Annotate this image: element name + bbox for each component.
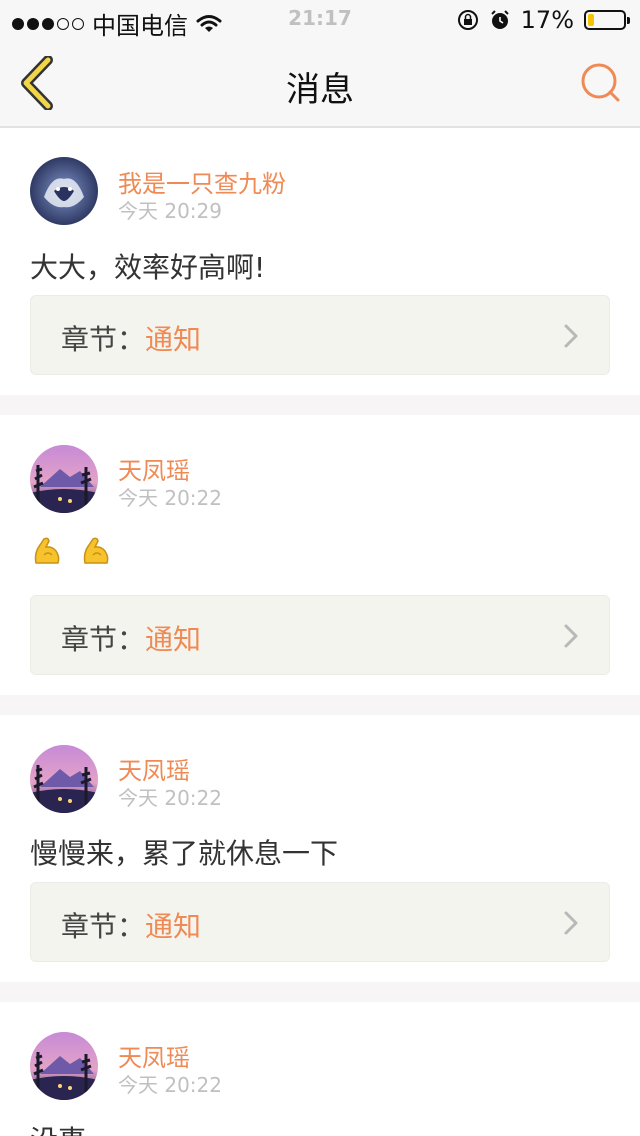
nav-bar: 消息 <box>0 40 640 128</box>
message-card: 天凤瑶 今天 20:22 章节：通知 <box>0 415 640 695</box>
status-right: 17% <box>457 6 630 34</box>
chevron-right-icon <box>564 624 578 648</box>
avatar[interactable] <box>30 445 98 513</box>
battery-icon <box>584 10 630 30</box>
message-text: 没事 <box>30 1119 86 1136</box>
author-name[interactable]: 天凤瑶 <box>118 1038 190 1073</box>
chevron-right-icon <box>564 911 578 935</box>
page-title: 消息 <box>286 70 354 110</box>
status-bar: 中国电信 21:17 17% <box>0 0 640 40</box>
flexed-biceps-icon <box>83 537 109 564</box>
chapter-link[interactable]: 章节：通知 <box>30 595 610 675</box>
message-card: 天凤瑶 今天 20:22 慢慢来，累了就休息一下 章节：通知 <box>0 715 640 982</box>
battery-level <box>588 14 594 26</box>
battery-percent: 17% <box>520 6 574 34</box>
chapter-link[interactable]: 章节：通知 <box>30 882 610 962</box>
chapter-value: 通知 <box>145 910 202 943</box>
message-text: 大大，效率好高啊! <box>30 251 266 284</box>
chapter-label-row: 章节：通知 <box>61 618 201 658</box>
avatar[interactable] <box>30 745 98 813</box>
message-text: 慢慢来，累了就休息一下 <box>30 837 339 870</box>
author-name[interactable]: 天凤瑶 <box>118 751 190 786</box>
message-card: 我是一只查九粉 今天 20:29 大大，效率好高啊! 章节：通知 <box>0 128 640 395</box>
alarm-icon <box>490 10 509 29</box>
message-time: 今天 20:22 <box>118 786 222 810</box>
message-emoji <box>30 535 119 576</box>
wolf-avatar-icon <box>30 157 98 225</box>
chapter-label-row: 章节：通知 <box>61 318 201 358</box>
chevron-right-icon <box>564 324 578 348</box>
chapter-link[interactable]: 章节：通知 <box>30 295 610 375</box>
author-name[interactable]: 我是一只查九粉 <box>118 164 286 199</box>
search-icon[interactable] <box>578 60 622 104</box>
chapter-label-row: 章节：通知 <box>61 905 201 945</box>
avatar[interactable] <box>30 157 98 225</box>
landscape-avatar-icon <box>30 1032 98 1100</box>
message-time: 今天 20:22 <box>118 486 222 510</box>
chapter-value: 通知 <box>145 623 202 656</box>
landscape-avatar-icon <box>30 445 98 513</box>
chapter-label: 章节： <box>61 910 146 943</box>
message-card: 天凤瑶 今天 20:22 没事 <box>0 1002 640 1136</box>
rotation-lock-icon <box>457 10 478 30</box>
chapter-value: 通知 <box>145 323 202 356</box>
message-time: 今天 20:29 <box>118 199 222 223</box>
chapter-label: 章节： <box>61 323 146 356</box>
chapter-label: 章节： <box>61 623 146 656</box>
landscape-avatar-icon <box>30 745 98 813</box>
flexed-biceps-icon <box>34 537 60 564</box>
avatar[interactable] <box>30 1032 98 1100</box>
message-time: 今天 20:22 <box>118 1073 222 1097</box>
author-name[interactable]: 天凤瑶 <box>118 451 190 486</box>
